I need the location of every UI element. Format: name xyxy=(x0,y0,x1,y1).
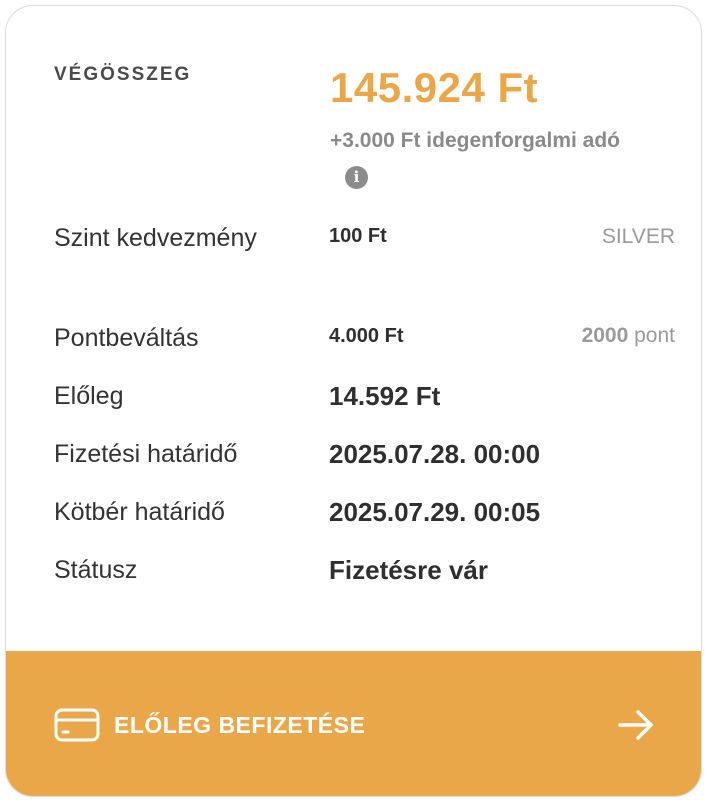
deposit-label: Előleg xyxy=(54,382,124,410)
status-value: Fizetésre vár xyxy=(329,555,488,585)
payment-deadline-label: Fizetési határidő xyxy=(54,440,238,468)
payment-deadline-value: 2025.07.28. 00:00 xyxy=(329,439,541,469)
penalty-deadline-label: Kötbér határidő xyxy=(54,498,225,526)
points-redemption-value: 4.000 Ft xyxy=(329,325,404,347)
level-discount-value: 100 Ft xyxy=(329,225,387,247)
total-value: 145.924 Ft xyxy=(330,64,539,111)
deposit-value: 14.592 Ft xyxy=(329,381,441,411)
status-label: Státusz xyxy=(54,556,138,584)
level-badge: SILVER xyxy=(601,225,675,248)
tourist-tax-note: +3.000 Ft idegenforgalmi adó xyxy=(330,129,620,152)
info-icon[interactable]: i xyxy=(345,166,368,189)
points-count: 2000 pont xyxy=(582,324,675,348)
total-label: VÉGÖSSZEG xyxy=(54,64,192,85)
points-redemption-label: Pontbeváltás xyxy=(54,324,199,352)
payment-summary-card: VÉGÖSSZEG 145.924 Ft +3.000 Ft idegenfor… xyxy=(5,5,702,797)
points-number: 2000 xyxy=(581,324,629,347)
arrow-right-icon xyxy=(618,710,653,740)
pay-deposit-button[interactable]: ELŐLEG BEFIZETÉSE xyxy=(6,651,701,796)
penalty-deadline-value: 2025.07.29. 00:05 xyxy=(329,497,541,527)
pay-deposit-label: ELŐLEG BEFIZETÉSE xyxy=(114,712,366,738)
credit-card-icon xyxy=(54,708,100,742)
level-discount-label: Szint kedvezmény xyxy=(54,224,257,252)
points-unit: pont xyxy=(628,324,675,347)
